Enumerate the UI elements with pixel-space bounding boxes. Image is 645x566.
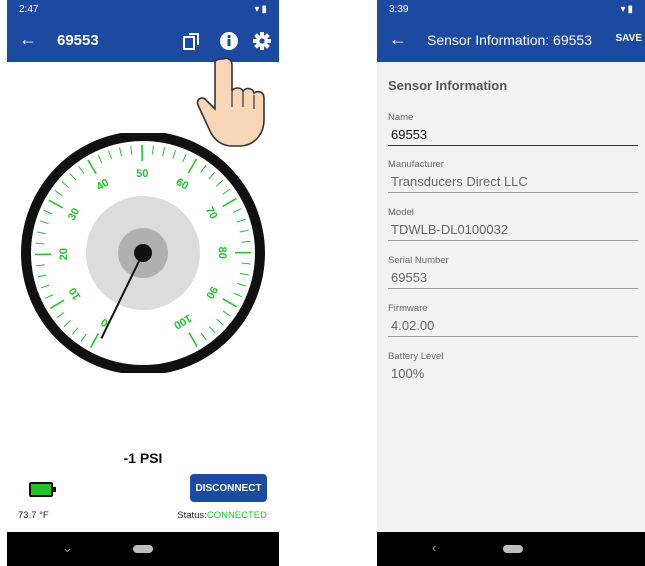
- field-label: Firmware: [388, 303, 428, 314]
- gauge-tick-label: 20: [58, 248, 70, 260]
- field-underline: [388, 240, 638, 241]
- field-value: TDWLB-DL0100032: [391, 222, 509, 237]
- info-icon[interactable]: [218, 30, 240, 52]
- field-underline: [388, 192, 638, 193]
- field-value: 100%: [391, 366, 425, 381]
- field-label: Battery Level: [388, 351, 444, 362]
- field-value: 69553: [391, 270, 428, 285]
- chevron-down-icon[interactable]: ⌄: [62, 540, 73, 556]
- battery-icon: [29, 482, 56, 497]
- temperature-readout: 73.7 °F: [18, 510, 49, 521]
- nav-bar: ‹: [377, 532, 645, 566]
- battery-level-field: Battery Level 100%: [388, 351, 638, 384]
- field-value: Transducers Direct LLC: [391, 174, 528, 189]
- home-pill-icon[interactable]: [503, 545, 523, 553]
- copy-icon[interactable]: [181, 30, 203, 52]
- field-label: Serial Number: [388, 255, 449, 266]
- field-value: 4.02.00: [391, 318, 435, 333]
- home-pill-icon[interactable]: [133, 545, 153, 553]
- field-label: Model: [388, 207, 414, 218]
- nav-bar: ⌄: [7, 532, 279, 566]
- pointing-hand-icon: [196, 57, 265, 147]
- wifi-battery-icon: ▾▮: [620, 4, 635, 15]
- field-underline: [388, 145, 638, 146]
- pressure-readout: -1 PSI: [123, 450, 163, 466]
- serial-number-field: Serial Number 69553: [388, 255, 638, 289]
- gear-icon[interactable]: [251, 30, 273, 52]
- arrow-back-icon[interactable]: ←: [19, 29, 37, 50]
- gauge-tick-label: 80: [216, 247, 228, 259]
- section-title: Sensor Information: [388, 78, 508, 93]
- page-title: Sensor Information: 69553: [427, 32, 592, 48]
- field-underline: [388, 288, 638, 289]
- status-bar: 3:39 ▾▮: [377, 0, 645, 20]
- arrow-back-icon[interactable]: ←: [389, 29, 407, 50]
- chevron-left-icon[interactable]: ‹: [432, 540, 436, 555]
- gauge-hub: [134, 244, 152, 262]
- pressure-gauge: 0102030405060708090100: [21, 133, 265, 373]
- wifi-battery-icon: ▾▮: [254, 4, 269, 15]
- app-bar: ← Sensor Information: 69553 SAVE: [377, 20, 645, 62]
- name-field: Name: [388, 112, 638, 146]
- manufacturer-field: Manufacturer Transducers Direct LLC: [388, 159, 638, 193]
- field-underline: [388, 336, 638, 337]
- connection-status: Status:CONNECTED: [177, 510, 267, 521]
- gauge-screen: 2:47 ▾▮ ← 69553 0 10 20 30 40 50 60 70 8…: [7, 0, 279, 566]
- sensor-info-screen: 3:39 ▾▮ ← Sensor Information: 69553 SAVE…: [377, 0, 645, 566]
- status-value: CONNECTED: [206, 510, 267, 521]
- firmware-field: Firmware 4.02.00: [388, 303, 638, 337]
- status-time: 2:47: [19, 4, 39, 15]
- model-field: Model TDWLB-DL0100032: [388, 207, 638, 241]
- name-input[interactable]: [388, 127, 631, 145]
- gauge-tick-label: 50: [136, 168, 148, 180]
- field-label: Name: [388, 112, 414, 123]
- status-label: Status:: [177, 510, 207, 521]
- status-bar: 2:47 ▾▮: [7, 0, 279, 20]
- field-label: Manufacturer: [388, 159, 444, 170]
- disconnect-button[interactable]: DISCONNECT: [190, 474, 267, 502]
- status-time: 3:39: [389, 4, 409, 15]
- save-button[interactable]: SAVE: [616, 33, 643, 44]
- page-title: 69553: [57, 32, 99, 49]
